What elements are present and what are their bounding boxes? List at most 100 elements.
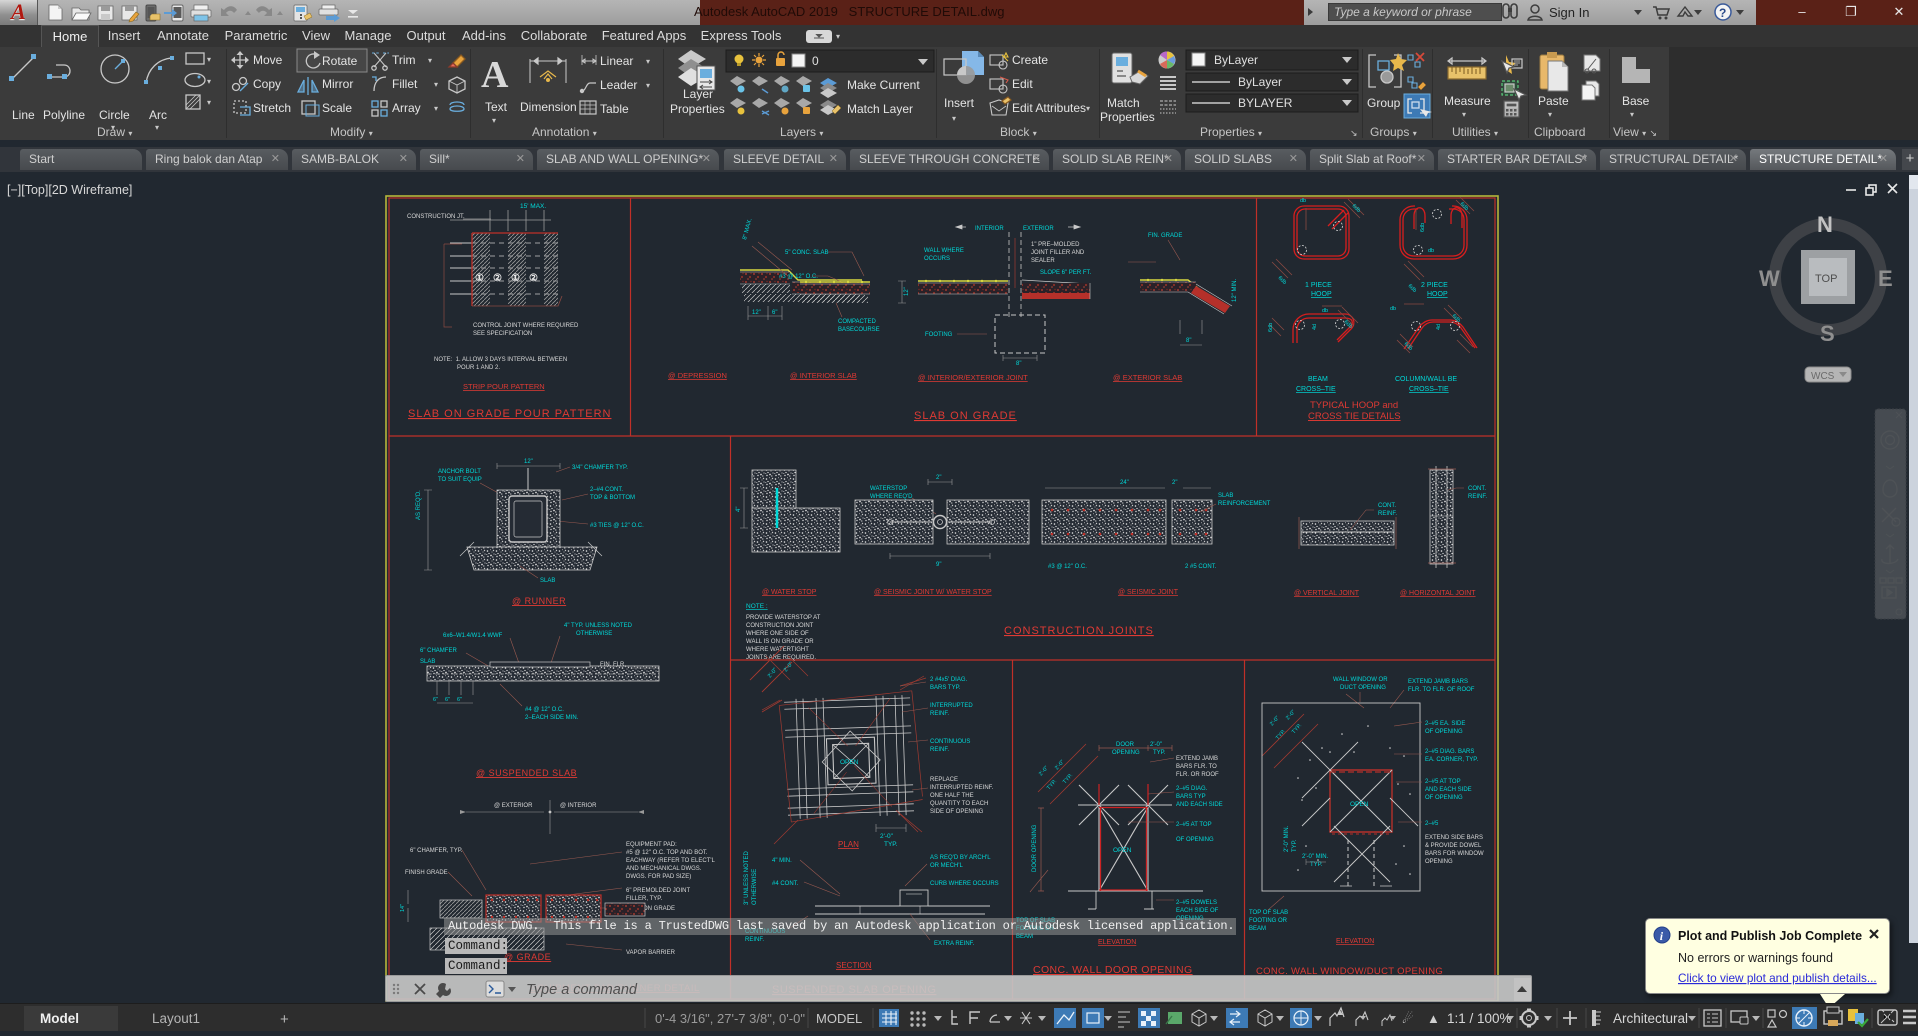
svg-text:ELEVATION: ELEVATION: [1098, 939, 1136, 946]
svg-text:TYPICAL HOOP and: TYPICAL HOOP and: [1310, 400, 1398, 411]
svg-text:6": 6": [433, 697, 438, 703]
svg-text:BEAM: BEAM: [1249, 926, 1266, 932]
svg-text:8" MAX.: 8" MAX.: [742, 218, 754, 241]
svg-text:Architectural: Architectural: [1613, 1011, 1688, 1026]
svg-text:REINF.: REINF.: [930, 711, 949, 717]
svg-text:AND MECHANICAL DWGS.: AND MECHANICAL DWGS.: [626, 866, 702, 872]
svg-text:6db: 6db: [1277, 275, 1288, 286]
svg-text:12": 12": [524, 459, 533, 465]
svg-text:EXTEND JAMB BARS: EXTEND JAMB BARS: [1408, 679, 1468, 685]
svg-text:Annotation ▾: Annotation ▾: [532, 125, 597, 139]
svg-text:▾: ▾: [646, 81, 650, 90]
svg-text:SLAB ON GRADE: SLAB ON GRADE: [914, 410, 1017, 422]
svg-text:2'-0": 2'-0": [1269, 715, 1281, 727]
svg-text:6db: 6db: [1420, 223, 1426, 232]
svg-text:Plot and Publish Job Complete: Plot and Publish Job Complete: [1678, 929, 1862, 943]
svg-text:EACHWAY (REFER TO ELECT'L: EACHWAY (REFER TO ELECT'L: [626, 858, 715, 864]
svg-text:Block ▾: Block ▾: [1000, 125, 1037, 139]
svg-text:TYP.: TYP.: [1153, 750, 1166, 756]
svg-text:BARS FLR. TO: BARS FLR. TO: [1176, 764, 1217, 770]
svg-text:REPLACE: REPLACE: [930, 777, 958, 783]
svg-text:Click to view plot and publish: Click to view plot and publish details..…: [1678, 971, 1877, 985]
svg-text:CROSS–TIE: CROSS–TIE: [1296, 386, 1336, 393]
svg-text:Move: Move: [253, 53, 283, 67]
svg-text:?: ?: [1719, 6, 1726, 20]
svg-text:2–#5 DIAG.: 2–#5 DIAG.: [1176, 786, 1208, 792]
svg-text:SLOPE 6" PER FT.: SLOPE 6" PER FT.: [1040, 270, 1091, 276]
svg-text:4d: 4d: [1312, 324, 1318, 330]
svg-text:SEE SPECIFICATION: SEE SPECIFICATION: [473, 331, 532, 337]
svg-text:2": 2": [1172, 480, 1177, 486]
svg-text:2'-0": 2'-0": [1150, 742, 1162, 748]
svg-text:FIN. FLR.: FIN. FLR.: [600, 662, 626, 668]
svg-text:#3 @ 12" O.C.: #3 @ 12" O.C.: [779, 274, 818, 280]
svg-text:▾: ▾: [1462, 110, 1466, 119]
svg-text:TYP.: TYP.: [1062, 772, 1074, 785]
svg-text:EQUIPMENT PAD:: EQUIPMENT PAD:: [626, 842, 677, 848]
svg-text:2'-0": 2'-0": [1285, 709, 1297, 721]
svg-text:FLR. OR ROOF: FLR. OR ROOF: [1176, 772, 1219, 778]
svg-text:SEALER: SEALER: [1031, 258, 1055, 264]
svg-text:2–#5 EA. SIDE: 2–#5 EA. SIDE: [1425, 721, 1465, 727]
svg-text:2": 2": [936, 475, 941, 481]
svg-text:CONT.: CONT.: [1468, 486, 1486, 492]
svg-text:2 #5 CONT.: 2 #5 CONT.: [1185, 564, 1217, 570]
svg-text:POUR 1 AND 2.: POUR 1 AND 2.: [457, 365, 500, 371]
svg-text:@ HORIZONTAL JOINT: @ HORIZONTAL JOINT: [1400, 590, 1476, 597]
svg-text:CROSS–TIE: CROSS–TIE: [1409, 386, 1449, 393]
svg-text:▲: ▲: [1427, 1011, 1440, 1026]
svg-text:Text: Text: [485, 100, 508, 114]
svg-text:Arc: Arc: [149, 108, 167, 122]
svg-text:MODEL: MODEL: [816, 1011, 862, 1026]
svg-text:QUANTITY TO EACH: QUANTITY TO EACH: [930, 801, 988, 807]
svg-text:Sign In: Sign In: [1549, 5, 1589, 20]
svg-text:6x6–W1.4/W1.4 WWF: 6x6–W1.4/W1.4 WWF: [443, 633, 503, 639]
svg-text:2 PIECE: 2 PIECE: [1421, 282, 1448, 289]
svg-text:CONSTRUCTION JOINT: CONSTRUCTION JOINT: [746, 623, 814, 629]
svg-text:▾: ▾: [207, 77, 211, 86]
svg-text:6db: 6db: [1268, 323, 1274, 332]
svg-text:5" CONC. SLAB: 5" CONC. SLAB: [785, 250, 828, 256]
svg-text:▾: ▾: [492, 116, 496, 125]
svg-text:EXTRA REINF.: EXTRA REINF.: [934, 941, 975, 947]
svg-text:Match Layer: Match Layer: [847, 102, 913, 116]
svg-text:▾: ▾: [952, 114, 956, 123]
svg-text:1 PIECE: 1 PIECE: [1305, 282, 1332, 289]
svg-text:+: +: [280, 1011, 289, 1028]
svg-text:AND EACH SIDE: AND EACH SIDE: [1425, 787, 1472, 793]
svg-text:2–#5: 2–#5: [1425, 821, 1439, 827]
svg-text:3" UNLESS NOTED: 3" UNLESS NOTED: [744, 851, 750, 905]
svg-text:4d: 4d: [1436, 324, 1442, 330]
svg-text:Layout1: Layout1: [152, 1011, 200, 1026]
svg-text:▾: ▾: [207, 98, 211, 107]
svg-text:FLR. TO FLR. OF ROOF: FLR. TO FLR. OF ROOF: [1408, 687, 1475, 693]
svg-text:4": 4": [736, 507, 742, 512]
svg-text:HOOP: HOOP: [1427, 291, 1448, 298]
svg-text:ONE HALF THE: ONE HALF THE: [930, 793, 974, 799]
svg-text:OPEN: OPEN: [840, 759, 859, 766]
svg-text:db: db: [1322, 308, 1328, 314]
svg-text:Model: Model: [40, 1011, 79, 1026]
svg-text:Create: Create: [1012, 53, 1048, 67]
svg-text:SLAB: SLAB: [540, 578, 555, 584]
svg-text:AS REQ'D.: AS REQ'D.: [416, 490, 422, 520]
svg-text:REINFORCEMENT: REINFORCEMENT: [1218, 501, 1271, 507]
svg-text:Paste: Paste: [1538, 94, 1569, 108]
svg-text:Match: Match: [1107, 96, 1140, 110]
svg-text:WHERE REQ'D: WHERE REQ'D: [870, 494, 913, 500]
svg-text:OPENING: OPENING: [1112, 750, 1140, 756]
svg-text:EXTEND JAMB: EXTEND JAMB: [1176, 756, 1218, 762]
svg-text:@ SUSPENDED SLAB: @ SUSPENDED SLAB: [476, 768, 577, 778]
svg-text:Array: Array: [392, 101, 421, 115]
svg-text:db: db: [1428, 248, 1434, 254]
svg-text:REINF.: REINF.: [1378, 511, 1397, 517]
svg-text:OPEN: OPEN: [1113, 847, 1132, 854]
svg-text:@ EXTERIOR SLAB: @ EXTERIOR SLAB: [1113, 373, 1182, 382]
svg-text:INTERRUPTED: INTERRUPTED: [930, 703, 973, 709]
svg-text:BASECOURSE: BASECOURSE: [838, 327, 880, 333]
svg-text:NOTE: 1. ALLOW 3 DAYS INTERVA: NOTE: 1. ALLOW 3 DAYS INTERVAL BETWEEN: [434, 357, 567, 363]
svg-text:TOP: TOP: [1815, 273, 1837, 285]
svg-text:☄: ☄: [1402, 1011, 1414, 1026]
svg-text:CONTINUOUS: CONTINUOUS: [930, 739, 970, 745]
svg-text:Edit: Edit: [1012, 77, 1033, 91]
